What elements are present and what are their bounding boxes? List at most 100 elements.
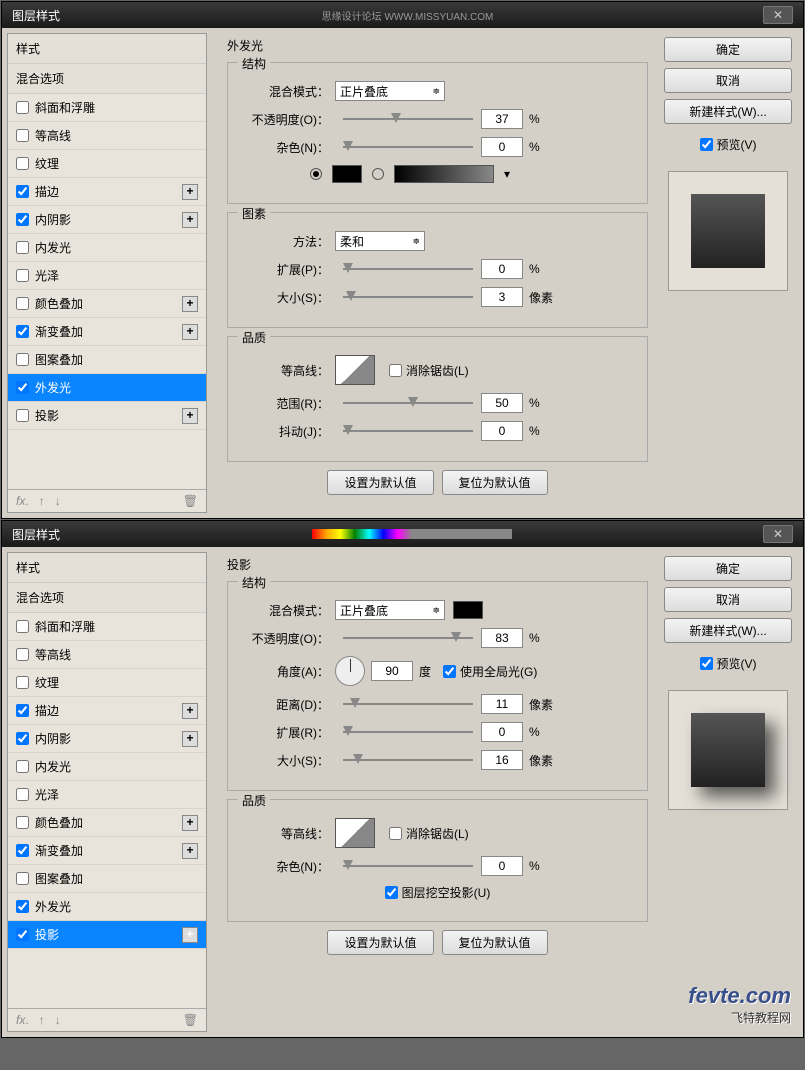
style-checkbox[interactable] [16, 213, 29, 226]
style-checkbox[interactable] [16, 353, 29, 366]
noise-input[interactable]: 0 [481, 137, 523, 157]
spread-input[interactable]: 0 [481, 259, 523, 279]
style-checkbox[interactable] [16, 241, 29, 254]
style-checkbox[interactable] [16, 297, 29, 310]
spread-slider[interactable] [343, 724, 473, 740]
style-checkbox[interactable] [16, 129, 29, 142]
add-instance-icon[interactable]: + [182, 184, 198, 200]
add-instance-icon[interactable]: + [182, 703, 198, 719]
ok-button[interactable]: 确定 [664, 556, 792, 581]
cancel-button[interactable]: 取消 [664, 587, 792, 612]
reset-default-button[interactable]: 复位为默认值 [442, 470, 548, 495]
style-item[interactable]: 等高线 [8, 122, 206, 150]
style-item[interactable]: 斜面和浮雕 [8, 613, 206, 641]
style-checkbox[interactable] [16, 788, 29, 801]
reset-default-button[interactable]: 复位为默认值 [442, 930, 548, 955]
style-item[interactable]: 纹理 [8, 150, 206, 178]
style-checkbox[interactable] [16, 409, 29, 422]
size-input[interactable]: 16 [481, 750, 523, 770]
knockout-checkbox[interactable] [385, 886, 398, 899]
arrow-up-icon[interactable]: ↑ [39, 1013, 45, 1027]
style-item[interactable]: 光泽 [8, 781, 206, 809]
noise-slider[interactable] [343, 858, 473, 874]
add-instance-icon[interactable]: + [182, 731, 198, 747]
style-item[interactable]: 内发光 [8, 234, 206, 262]
style-checkbox[interactable] [16, 648, 29, 661]
opacity-slider[interactable] [343, 111, 473, 127]
style-checkbox[interactable] [16, 872, 29, 885]
style-checkbox[interactable] [16, 620, 29, 633]
add-instance-icon[interactable]: + [182, 212, 198, 228]
opacity-input[interactable]: 37 [481, 109, 523, 129]
spread-slider[interactable] [343, 261, 473, 277]
style-item[interactable]: 图案叠加 [8, 346, 206, 374]
style-item[interactable]: 内阴影+ [8, 725, 206, 753]
new-style-button[interactable]: 新建样式(W)... [664, 618, 792, 643]
opacity-input[interactable]: 83 [481, 628, 523, 648]
style-checkbox[interactable] [16, 381, 29, 394]
style-checkbox[interactable] [16, 676, 29, 689]
style-item[interactable]: 斜面和浮雕 [8, 94, 206, 122]
style-item[interactable]: 内发光 [8, 753, 206, 781]
jitter-slider[interactable] [343, 423, 473, 439]
style-item[interactable]: 图案叠加 [8, 865, 206, 893]
contour-picker[interactable] [335, 818, 375, 848]
set-default-button[interactable]: 设置为默认值 [327, 470, 433, 495]
add-instance-icon[interactable]: + [182, 927, 198, 943]
antialias-checkbox[interactable] [389, 364, 402, 377]
style-checkbox[interactable] [16, 900, 29, 913]
style-item[interactable]: 投影+ [8, 921, 206, 949]
size-slider[interactable] [343, 289, 473, 305]
noise-slider[interactable] [343, 139, 473, 155]
global-light-checkbox[interactable] [443, 665, 456, 678]
style-checkbox[interactable] [16, 844, 29, 857]
close-icon[interactable]: ✕ [763, 6, 793, 24]
blend-options[interactable]: 混合选项 [8, 64, 206, 94]
arrow-down-icon[interactable]: ↓ [55, 494, 61, 508]
shadow-color-swatch[interactable] [453, 601, 483, 619]
style-item[interactable]: 光泽 [8, 262, 206, 290]
opacity-slider[interactable] [343, 630, 473, 646]
solid-color-radio[interactable] [310, 168, 322, 180]
trash-icon[interactable]: 🗑 [183, 494, 198, 508]
gradient-dropdown-icon[interactable]: ▾ [504, 167, 510, 181]
new-style-button[interactable]: 新建样式(W)... [664, 99, 792, 124]
arrow-down-icon[interactable]: ↓ [55, 1013, 61, 1027]
spread-input[interactable]: 0 [481, 722, 523, 742]
gradient-swatch[interactable] [394, 165, 494, 183]
preview-checkbox[interactable] [700, 657, 713, 670]
size-input[interactable]: 3 [481, 287, 523, 307]
style-checkbox[interactable] [16, 185, 29, 198]
titlebar[interactable]: 图层样式 ✕ [2, 521, 803, 547]
range-input[interactable]: 50 [481, 393, 523, 413]
color-swatch[interactable] [332, 165, 362, 183]
angle-dial[interactable] [335, 656, 365, 686]
style-checkbox[interactable] [16, 816, 29, 829]
blend-mode-select[interactable]: 正片叠底≑ [335, 81, 445, 101]
antialias-checkbox[interactable] [389, 827, 402, 840]
add-instance-icon[interactable]: + [182, 815, 198, 831]
trash-icon[interactable]: 🗑 [183, 1013, 198, 1027]
size-slider[interactable] [343, 752, 473, 768]
add-instance-icon[interactable]: + [182, 324, 198, 340]
cancel-button[interactable]: 取消 [664, 68, 792, 93]
fx-icon[interactable]: fx. [16, 1013, 29, 1027]
style-checkbox[interactable] [16, 101, 29, 114]
gradient-radio[interactable] [372, 168, 384, 180]
noise-input[interactable]: 0 [481, 856, 523, 876]
style-checkbox[interactable] [16, 928, 29, 941]
style-checkbox[interactable] [16, 325, 29, 338]
fx-icon[interactable]: fx. [16, 494, 29, 508]
style-item[interactable]: 外发光 [8, 374, 206, 402]
add-instance-icon[interactable]: + [182, 296, 198, 312]
style-item[interactable]: 描边+ [8, 697, 206, 725]
style-item[interactable]: 描边+ [8, 178, 206, 206]
style-item[interactable]: 颜色叠加+ [8, 809, 206, 837]
close-icon[interactable]: ✕ [763, 525, 793, 543]
method-select[interactable]: 柔和≑ [335, 231, 425, 251]
style-item[interactable]: 渐变叠加+ [8, 318, 206, 346]
style-item[interactable]: 内阴影+ [8, 206, 206, 234]
style-item[interactable]: 颜色叠加+ [8, 290, 206, 318]
style-item[interactable]: 等高线 [8, 641, 206, 669]
style-item[interactable]: 纹理 [8, 669, 206, 697]
